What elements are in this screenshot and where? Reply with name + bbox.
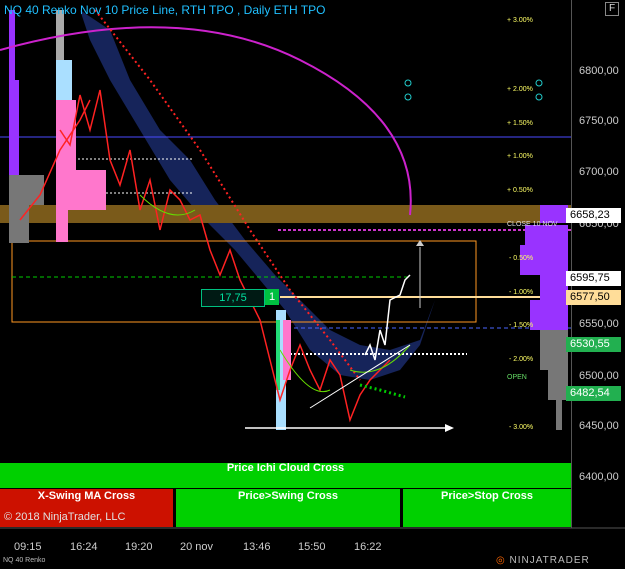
brand-icon: ◎ — [496, 555, 506, 566]
brand-logo: ◎ NINJATRADER — [496, 555, 590, 566]
price-label-green: 6530,55 — [566, 337, 621, 352]
price-tick: 6450,00 — [579, 420, 619, 432]
price-tick: 6750,00 — [579, 115, 619, 127]
pct-level: - 2.00% — [509, 356, 534, 363]
pct-level: CLOSE 10 NOV — [507, 221, 558, 228]
pct-level: OPEN — [507, 374, 527, 381]
time-tick: 15:50 — [298, 541, 326, 553]
xswing-cross-label: X-Swing MA Cross — [37, 490, 136, 502]
price-label-orange: 6577,50 — [566, 290, 621, 305]
price-tick: 6550,00 — [579, 318, 619, 330]
position-count: 1 — [265, 289, 279, 305]
price-axis[interactable] — [571, 0, 625, 528]
time-tick: 09:15 — [14, 541, 42, 553]
brand-name: NINJATRADER — [509, 555, 590, 566]
pct-level: - 3.00% — [509, 424, 534, 431]
pct-level: + 3.00% — [507, 17, 533, 24]
price-label-last: 6658,23 — [566, 208, 621, 223]
time-tick: 20 nov — [180, 541, 214, 553]
price-label-green-low: 6482,54 — [566, 386, 621, 401]
stop-cross-label: Price>Stop Cross — [440, 490, 533, 502]
swing-cross-band: Price>Swing Cross — [176, 489, 400, 527]
price-tick: 6700,00 — [579, 166, 619, 178]
pct-level: + 1.00% — [507, 153, 533, 160]
position-tag[interactable]: 17,75 — [201, 289, 265, 307]
pct-level: + 1.50% — [507, 120, 533, 127]
price-tick: 6400,00 — [579, 471, 619, 483]
ichi-cross-label: Price Ichi Cloud Cross — [226, 462, 345, 474]
time-tick: 19:20 — [125, 541, 153, 553]
time-tick: 13:46 — [243, 541, 271, 553]
time-tick: 16:24 — [70, 541, 98, 553]
time-tick: 16:22 — [354, 541, 382, 553]
pct-level: - 0.50% — [509, 255, 534, 262]
pct-level: + 0.50% — [507, 187, 533, 194]
price-tick: 6500,00 — [579, 370, 619, 382]
price-label-current: 6595,75 — [566, 271, 621, 286]
stop-cross-band: Price>Stop Cross — [403, 489, 571, 527]
chart-title: NQ 40 Renko Nov 10 Price Line, RTH TPO ,… — [4, 3, 326, 17]
ichi-cross-band: Price Ichi Cloud Cross — [0, 463, 571, 488]
swing-cross-label: Price>Swing Cross — [238, 490, 338, 502]
instrument-label: NQ 40 Renko — [3, 557, 46, 564]
price-tick: 6800,00 — [579, 65, 619, 77]
copyright: © 2018 NinjaTrader, LLC — [4, 511, 126, 523]
pct-level: - 1.00% — [509, 289, 534, 296]
pct-level: + 2.00% — [507, 86, 533, 93]
pct-level: - 1.50% — [509, 322, 534, 329]
